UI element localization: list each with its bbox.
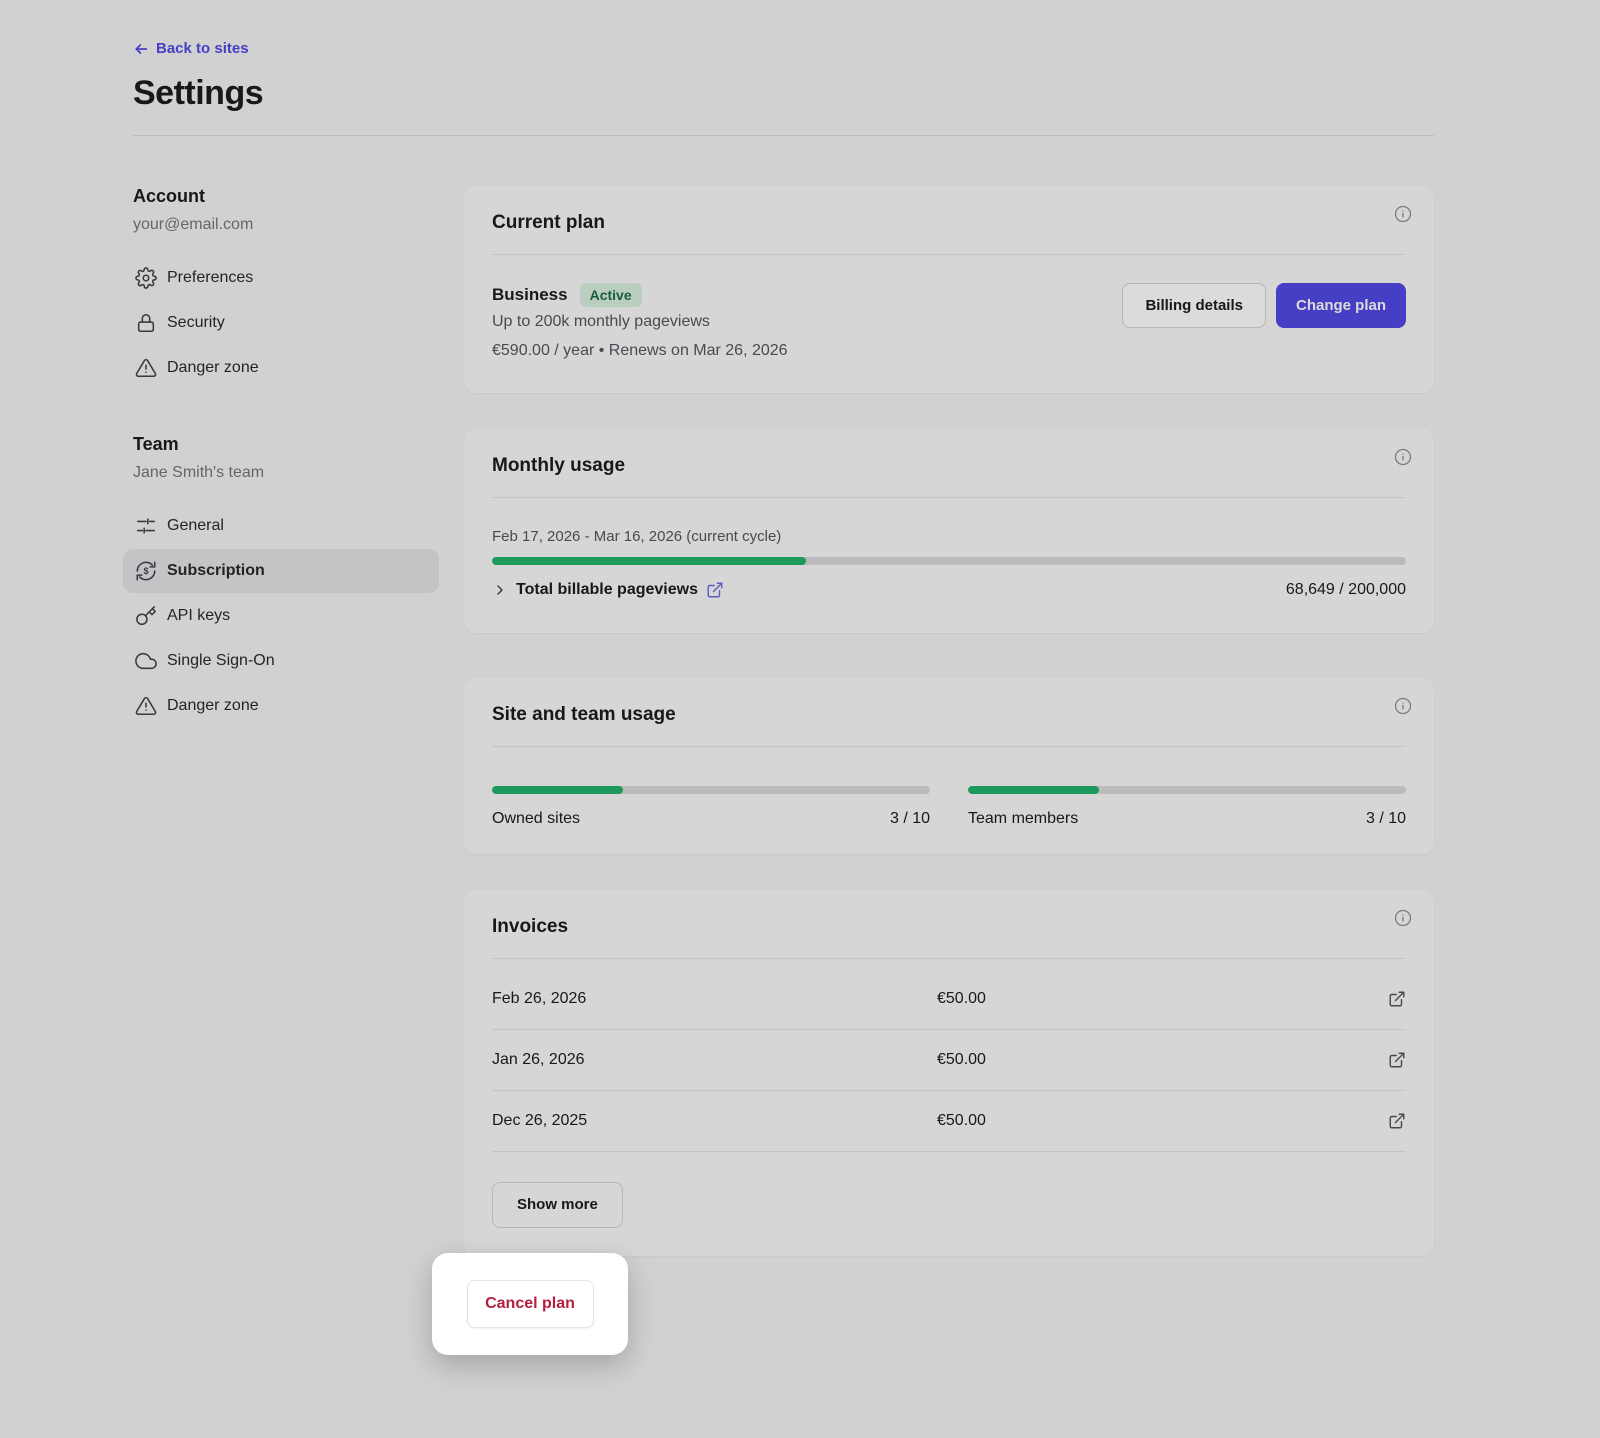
cancel-plan-button[interactable]: Cancel plan [467, 1280, 594, 1328]
cancel-plan-spotlight: Cancel plan [432, 1253, 628, 1355]
dim-overlay [0, 0, 1600, 1438]
